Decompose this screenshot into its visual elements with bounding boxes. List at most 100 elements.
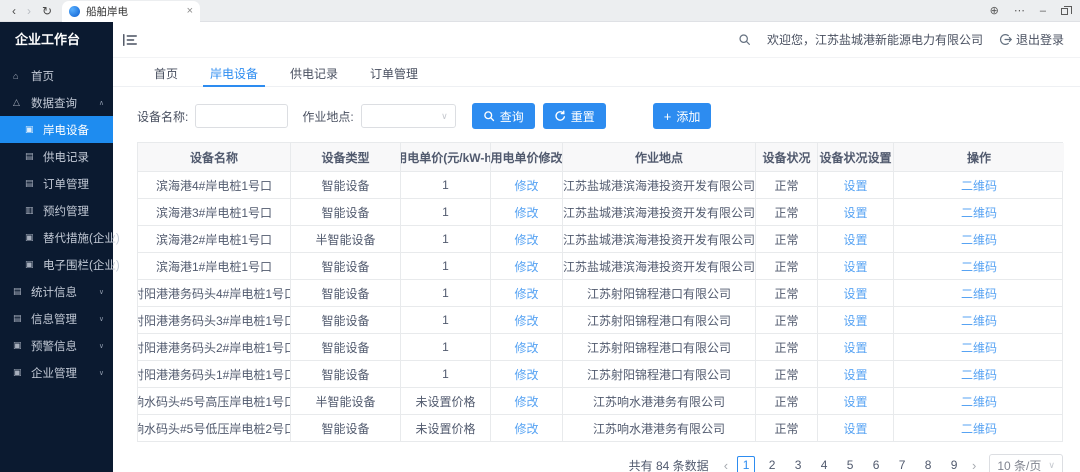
sidebar-item-info-management[interactable]: ▤信息管理∨: [0, 305, 113, 332]
setting-link[interactable]: 设置: [843, 285, 867, 302]
modify-link[interactable]: 修改: [514, 393, 538, 410]
sidebar: 企业工作台 ⌂首页△数据查询∧▣岸电设备▤供电记录▤订单管理▥预约管理▣替代措施…: [0, 22, 113, 472]
cell-modify-link-wrap: 修改: [491, 334, 563, 360]
cell-value: 江苏射阳锦程港口有限公司: [563, 361, 756, 387]
qrcode-link[interactable]: 二维码: [961, 231, 997, 248]
page-number-7[interactable]: 7: [893, 456, 911, 472]
table-row: 射阳港港务码头3#岸电桩1号口智能设备1修改江苏射阳锦程港口有限公司正常设置二维…: [138, 307, 1062, 334]
logout-icon: [999, 33, 1012, 46]
globe-icon[interactable]: ⊕: [990, 4, 999, 17]
tab-close-icon[interactable]: ×: [187, 5, 193, 17]
sidebar-item-enterprise-management[interactable]: ▣企业管理∨: [0, 359, 113, 386]
page-number-9[interactable]: 9: [945, 456, 963, 472]
modify-link[interactable]: 修改: [514, 312, 538, 329]
sidebar-item-alternative-measures[interactable]: ▣替代措施(企业): [0, 224, 113, 251]
modify-link[interactable]: 修改: [514, 177, 538, 194]
page-size-value: 10 条/页: [997, 457, 1041, 472]
search-icon[interactable]: [738, 33, 751, 46]
qrcode-link[interactable]: 二维码: [961, 285, 997, 302]
chevron-down-icon: ∨: [99, 369, 104, 377]
cell-qrcode-link-wrap: 二维码: [894, 199, 1064, 225]
modify-link[interactable]: 修改: [514, 204, 538, 221]
window-minimize-icon[interactable]: –: [1040, 5, 1046, 17]
modify-link[interactable]: 修改: [514, 339, 538, 356]
qrcode-link[interactable]: 二维码: [961, 339, 997, 356]
cell-value: 智能设备: [291, 253, 401, 279]
cell-qrcode-link-wrap: 二维码: [894, 307, 1064, 333]
browser-tab[interactable]: 船舶岸电 ×: [62, 1, 200, 22]
page-size-select[interactable]: 10 条/页 ∨: [989, 454, 1063, 472]
modify-link[interactable]: 修改: [514, 231, 538, 248]
modify-link[interactable]: 修改: [514, 285, 538, 302]
qrcode-link[interactable]: 二维码: [961, 393, 997, 410]
page-number-1[interactable]: 1: [737, 456, 755, 472]
sidebar-item-reservation-management[interactable]: ▥预约管理: [0, 197, 113, 224]
setting-link[interactable]: 设置: [843, 339, 867, 356]
setting-link[interactable]: 设置: [843, 420, 867, 437]
cell-value: 1: [401, 172, 491, 198]
sidebar-item-label: 订单管理: [43, 176, 89, 192]
cell-value: 正常: [756, 280, 818, 306]
sidebar-item-data-query[interactable]: △数据查询∧: [0, 89, 113, 116]
qrcode-link[interactable]: 二维码: [961, 366, 997, 383]
tab-shore-power-device[interactable]: 岸电设备: [194, 58, 274, 86]
qrcode-link[interactable]: 二维码: [961, 258, 997, 275]
sidebar-collapse-icon[interactable]: [122, 33, 138, 47]
sidebar-item-label: 替代措施(企业): [43, 230, 120, 246]
device-name-input[interactable]: [195, 104, 288, 128]
location-select[interactable]: ∨: [361, 104, 456, 128]
setting-link[interactable]: 设置: [843, 366, 867, 383]
sidebar-item-electronic-fence[interactable]: ▣电子围栏(企业): [0, 251, 113, 278]
add-button[interactable]: + 添加: [653, 103, 712, 129]
sidebar-item-warning-info[interactable]: ▣预警信息∨: [0, 332, 113, 359]
qrcode-link[interactable]: 二维码: [961, 177, 997, 194]
sidebar-item-home[interactable]: ⌂首页: [0, 62, 113, 89]
tab-power-supply-records[interactable]: 供电记录: [274, 58, 354, 86]
page-number-6[interactable]: 6: [867, 456, 885, 472]
cell-device-name: 滨海港2#岸电桩1号口: [138, 226, 291, 252]
search-button[interactable]: 查询: [472, 103, 535, 129]
cell-value: 1: [401, 334, 491, 360]
browser-more-icon[interactable]: ⋯: [1014, 4, 1025, 17]
shore-power-device-icon: ▣: [25, 124, 38, 135]
browser-back-icon[interactable]: ‹: [12, 4, 16, 18]
browser-forward-icon: ›: [27, 4, 31, 18]
qrcode-link[interactable]: 二维码: [961, 420, 997, 437]
page-number-4[interactable]: 4: [815, 456, 833, 472]
setting-link[interactable]: 设置: [843, 177, 867, 194]
cell-device-name: 射阳港港务码头4#岸电桩1号口: [138, 280, 291, 306]
sidebar-item-shore-power-device[interactable]: ▣岸电设备: [0, 116, 113, 143]
sidebar-item-order-management[interactable]: ▤订单管理: [0, 170, 113, 197]
page-number-3[interactable]: 3: [789, 456, 807, 472]
window-restore-icon[interactable]: [1061, 8, 1068, 15]
setting-link[interactable]: 设置: [843, 204, 867, 221]
chevron-down-icon: ∨: [1048, 460, 1055, 471]
sidebar-item-statistics-info[interactable]: ▤统计信息∨: [0, 278, 113, 305]
modify-link[interactable]: 修改: [514, 258, 538, 275]
tab-home[interactable]: 首页: [138, 58, 194, 86]
browser-refresh-icon[interactable]: ↻: [42, 4, 52, 18]
tab-order-management[interactable]: 订单管理: [354, 58, 434, 86]
page-number-2[interactable]: 2: [763, 456, 781, 472]
page-number-5[interactable]: 5: [841, 456, 859, 472]
cell-value: 正常: [756, 199, 818, 225]
page-prev-icon[interactable]: ‹: [724, 458, 728, 472]
page-next-icon[interactable]: ›: [972, 458, 976, 472]
modify-link[interactable]: 修改: [514, 366, 538, 383]
logout-button[interactable]: 退出登录: [999, 31, 1064, 48]
qrcode-link[interactable]: 二维码: [961, 312, 997, 329]
cell-value: 正常: [756, 307, 818, 333]
cell-qrcode-link-wrap: 二维码: [894, 361, 1064, 387]
modify-link[interactable]: 修改: [514, 420, 538, 437]
add-button-label: 添加: [676, 108, 700, 125]
setting-link[interactable]: 设置: [843, 312, 867, 329]
qrcode-link[interactable]: 二维码: [961, 204, 997, 221]
cell-modify-link-wrap: 修改: [491, 172, 563, 198]
statistics-info-icon: ▤: [13, 286, 26, 297]
reset-button[interactable]: 重置: [543, 103, 606, 129]
page-number-8[interactable]: 8: [919, 456, 937, 472]
sidebar-item-power-supply-records[interactable]: ▤供电记录: [0, 143, 113, 170]
setting-link[interactable]: 设置: [843, 231, 867, 248]
setting-link[interactable]: 设置: [843, 258, 867, 275]
setting-link[interactable]: 设置: [843, 393, 867, 410]
